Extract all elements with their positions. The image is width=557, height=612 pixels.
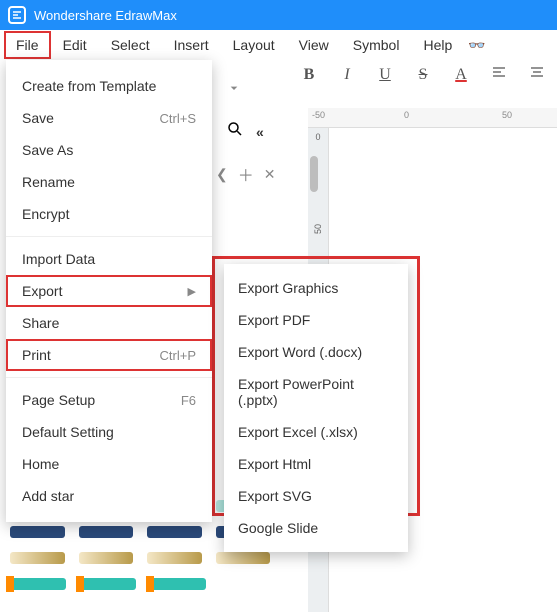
scrollbar-thumb[interactable] [310,156,318,192]
menu-insert[interactable]: Insert [162,31,221,59]
menu-save[interactable]: Save Ctrl+S [6,102,212,134]
shape-thumb[interactable] [10,526,65,538]
shape-thumb[interactable] [79,526,134,538]
underline-button[interactable]: U [375,66,395,84]
glasses-icon[interactable]: 👓 [468,37,485,54]
collapse-icon[interactable]: « [256,124,264,140]
export-excel[interactable]: Export Excel (.xlsx) [224,416,408,448]
menu-help[interactable]: Help [411,31,464,59]
chevron-right-icon: ▶ [188,285,196,298]
shape-thumb[interactable] [150,578,206,590]
italic-button[interactable]: I [337,66,357,84]
menu-item-label: Encrypt [22,206,69,222]
menu-item-label: Save [22,110,54,126]
menu-add-star[interactable]: Add star [6,480,212,512]
menu-view[interactable]: View [287,31,341,59]
tab-chevron-icon[interactable]: ❮ [216,166,228,183]
menu-item-label: Page Setup [22,392,95,408]
shape-thumb[interactable] [80,578,136,590]
menu-item-label: Rename [22,174,75,190]
app-title: Wondershare EdrawMax [34,8,177,23]
ruler-tick: -50 [312,110,325,120]
menu-item-label: Home [22,456,59,472]
export-html[interactable]: Export Html [224,448,408,480]
ruler-horizontal: -50 0 50 [308,108,557,128]
ruler-tick: 50 [313,221,323,237]
app-logo-icon [8,6,26,24]
tab-strip: ❮ ＋ ✕ [216,162,275,186]
menu-home[interactable]: Home [6,448,212,480]
menu-item-label: Save As [22,142,73,158]
menu-divider [6,236,212,237]
ruler-tick: 0 [310,132,326,142]
search-icon[interactable] [226,120,244,143]
menu-create-template[interactable]: Create from Template [6,70,212,102]
shape-thumb[interactable] [10,552,65,564]
menu-item-label: Export [22,283,62,299]
shortcut-label: Ctrl+P [160,348,196,363]
shape-thumb[interactable] [147,526,202,538]
shape-thumb[interactable] [10,578,66,590]
menu-layout[interactable]: Layout [221,31,287,59]
ruler-tick: 0 [404,110,409,120]
menu-item-label: Import Data [22,251,95,267]
format-toolbar: B I U S A [299,64,547,85]
menu-item-label: Default Setting [22,424,114,440]
menu-import-data[interactable]: Import Data [6,243,212,275]
menu-divider [6,377,212,378]
menu-page-setup[interactable]: Page Setup F6 [6,384,212,416]
ruler-tick: 50 [502,110,512,120]
menu-edit[interactable]: Edit [51,31,99,59]
export-pdf[interactable]: Export PDF [224,304,408,336]
menu-rename[interactable]: Rename [6,166,212,198]
menu-file[interactable]: File [4,31,51,59]
shortcut-label: Ctrl+S [160,111,196,126]
export-powerpoint[interactable]: Export PowerPoint (.pptx) [224,368,408,416]
menu-print[interactable]: Print Ctrl+P [6,339,212,371]
menu-save-as[interactable]: Save As [6,134,212,166]
menu-bar: File Edit Select Insert Layout View Symb… [0,30,557,60]
shape-thumb[interactable] [216,552,271,564]
file-menu-dropdown: Create from Template SaveCtrl+S Save As … [6,60,212,522]
add-tab-button[interactable]: ＋ [238,162,254,186]
menu-item-label: Add star [22,488,74,504]
menu-select[interactable]: Select [99,31,162,59]
export-submenu: Export Graphics Export PDF Export Word (… [224,264,408,552]
menu-item-label: Print [22,347,51,363]
shortcut-label: F6 [181,393,196,408]
menu-item-label: Create from Template [22,78,156,94]
menu-item-label: Share [22,315,59,331]
export-svg[interactable]: Export SVG [224,480,408,512]
export-word[interactable]: Export Word (.docx) [224,336,408,368]
menu-default-setting[interactable]: Default Setting [6,416,212,448]
close-tab-button[interactable]: ✕ [264,166,276,183]
shape-thumb[interactable] [147,552,202,564]
menu-encrypt[interactable]: Encrypt [6,198,212,230]
strike-button[interactable]: S [413,66,433,84]
align-center-icon[interactable] [527,64,547,85]
menu-export[interactable]: Export ▶ [6,275,212,307]
export-google-slide[interactable]: Google Slide [224,512,408,544]
dropdown-arrow-icon[interactable] [226,80,242,96]
title-bar: Wondershare EdrawMax [0,0,557,30]
shape-thumb[interactable] [79,552,134,564]
menu-share[interactable]: Share [6,307,212,339]
menu-symbol[interactable]: Symbol [341,31,412,59]
export-graphics[interactable]: Export Graphics [224,272,408,304]
bold-button[interactable]: B [299,66,319,84]
align-left-icon[interactable] [489,64,509,85]
font-color-button[interactable]: A [451,66,471,84]
panel-toolbar: « [226,120,264,143]
